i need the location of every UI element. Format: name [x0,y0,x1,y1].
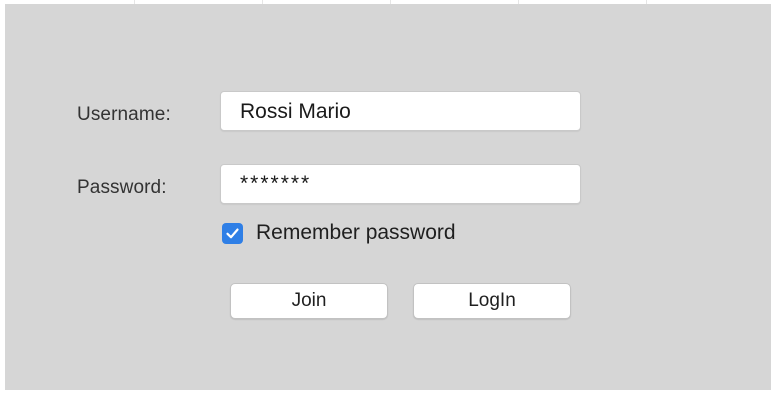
username-field[interactable]: Rossi Mario [220,91,581,131]
checkmark-icon [226,228,239,239]
username-label: Username: [77,104,171,125]
username-value: Rossi Mario [240,100,351,123]
password-field[interactable]: ******* [220,164,581,204]
remember-password-label[interactable]: Remember password [256,221,456,245]
remember-password-checkbox[interactable] [222,223,243,244]
login-button[interactable]: LogIn [413,283,571,319]
password-label: Password: [77,177,167,198]
join-button[interactable]: Join [230,283,388,319]
password-value: ******* [240,172,312,195]
